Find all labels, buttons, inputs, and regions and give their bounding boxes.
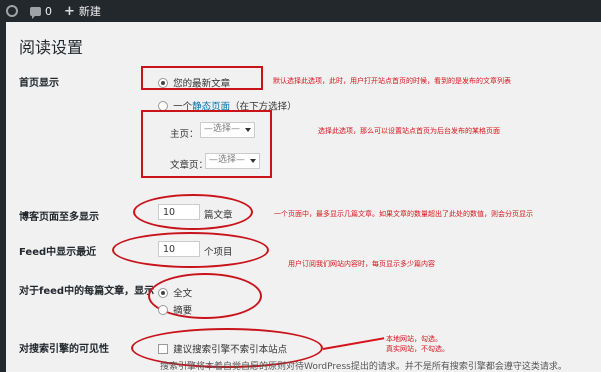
posts-per-page-input[interactable]: 10 [158, 204, 200, 220]
homepage-label: 主页： [170, 129, 199, 140]
annotation-feed: 用户订阅我们网站内容时，每页显示多少篇内容 [288, 260, 435, 268]
front-page-option-latest[interactable]: 您的最新文章 [158, 72, 230, 91]
chevron-down-icon [250, 159, 257, 163]
page-title: 阅读设置 [19, 38, 84, 57]
new-content-menu[interactable]: + 新建 [58, 0, 107, 22]
admin-bar: 0 + 新建 [0, 0, 601, 22]
annotation-search-line2: 真实网站，不勾选。 [386, 345, 449, 353]
comment-icon [30, 6, 41, 19]
new-label: 新建 [78, 5, 101, 18]
chevron-down-icon [245, 128, 252, 132]
radio-full-text[interactable] [158, 287, 168, 298]
feed-items-unit: 个项目 [204, 247, 233, 258]
posts-per-page-unit: 篇文章 [204, 210, 233, 221]
option-latest-label: 您的最新文章 [173, 78, 231, 90]
annotation-static: 选择此选项，那么可以设置站点首页为后台发布的某格页面 [318, 127, 500, 135]
comments-count: 0 [45, 4, 52, 18]
feed-content-label: 对于feed中的每篇文章，显示 [19, 286, 155, 297]
feed-items-input[interactable]: 10 [158, 241, 200, 257]
homepage-select[interactable]: —选择— [200, 122, 256, 138]
annotation-latest: 默认选择此选项，此时，用户打开站点首页的时候，看到的是发布的文章列表 [273, 77, 511, 85]
option-summary-label: 摘要 [173, 305, 193, 317]
homepage-select-value: —选择— [204, 124, 241, 134]
radio-summary[interactable] [158, 304, 168, 315]
postspage-select-value: —选择— [209, 155, 246, 165]
posts-per-page-label: 博客页面至多显示 [19, 212, 99, 223]
plus-icon: + [64, 3, 75, 19]
wp-logo-menu[interactable] [0, 0, 24, 22]
front-page-label: 首页显示 [19, 78, 59, 89]
wordpress-logo-icon [6, 5, 18, 17]
discourage-search-checkbox[interactable] [158, 343, 168, 354]
radio-latest-posts[interactable] [158, 77, 168, 88]
comments-menu[interactable]: 0 [24, 0, 58, 22]
annotation-arrow [322, 337, 385, 350]
postspage-select[interactable]: —选择— [205, 153, 261, 169]
search-visibility-option[interactable]: 建议搜索引擎不索引本站点 [158, 338, 287, 357]
postspage-label: 文章页： [170, 160, 209, 171]
discourage-search-label: 建议搜索引擎不索引本站点 [173, 344, 288, 356]
annotation-posts: 一个页面中，最多显示几篇文章。如果文章的数量超出了此处的数值，则会分页显示 [274, 210, 533, 218]
radio-static-page[interactable] [158, 100, 168, 111]
search-visibility-description: 搜索引擎将本着自觉自愿的原则对待WordPress提出的请求。并不是所有搜索引擎… [160, 362, 567, 372]
admin-sidebar-edge [0, 22, 6, 372]
option-full-label: 全文 [173, 288, 193, 300]
feed-items-label: Feed中显示最近 [19, 247, 97, 258]
feed-option-summary[interactable]: 摘要 [158, 299, 192, 318]
annotation-search-line1: 本地网站，勾选。 [386, 335, 442, 343]
search-visibility-label: 对搜索引擎的可见性 [19, 344, 109, 355]
